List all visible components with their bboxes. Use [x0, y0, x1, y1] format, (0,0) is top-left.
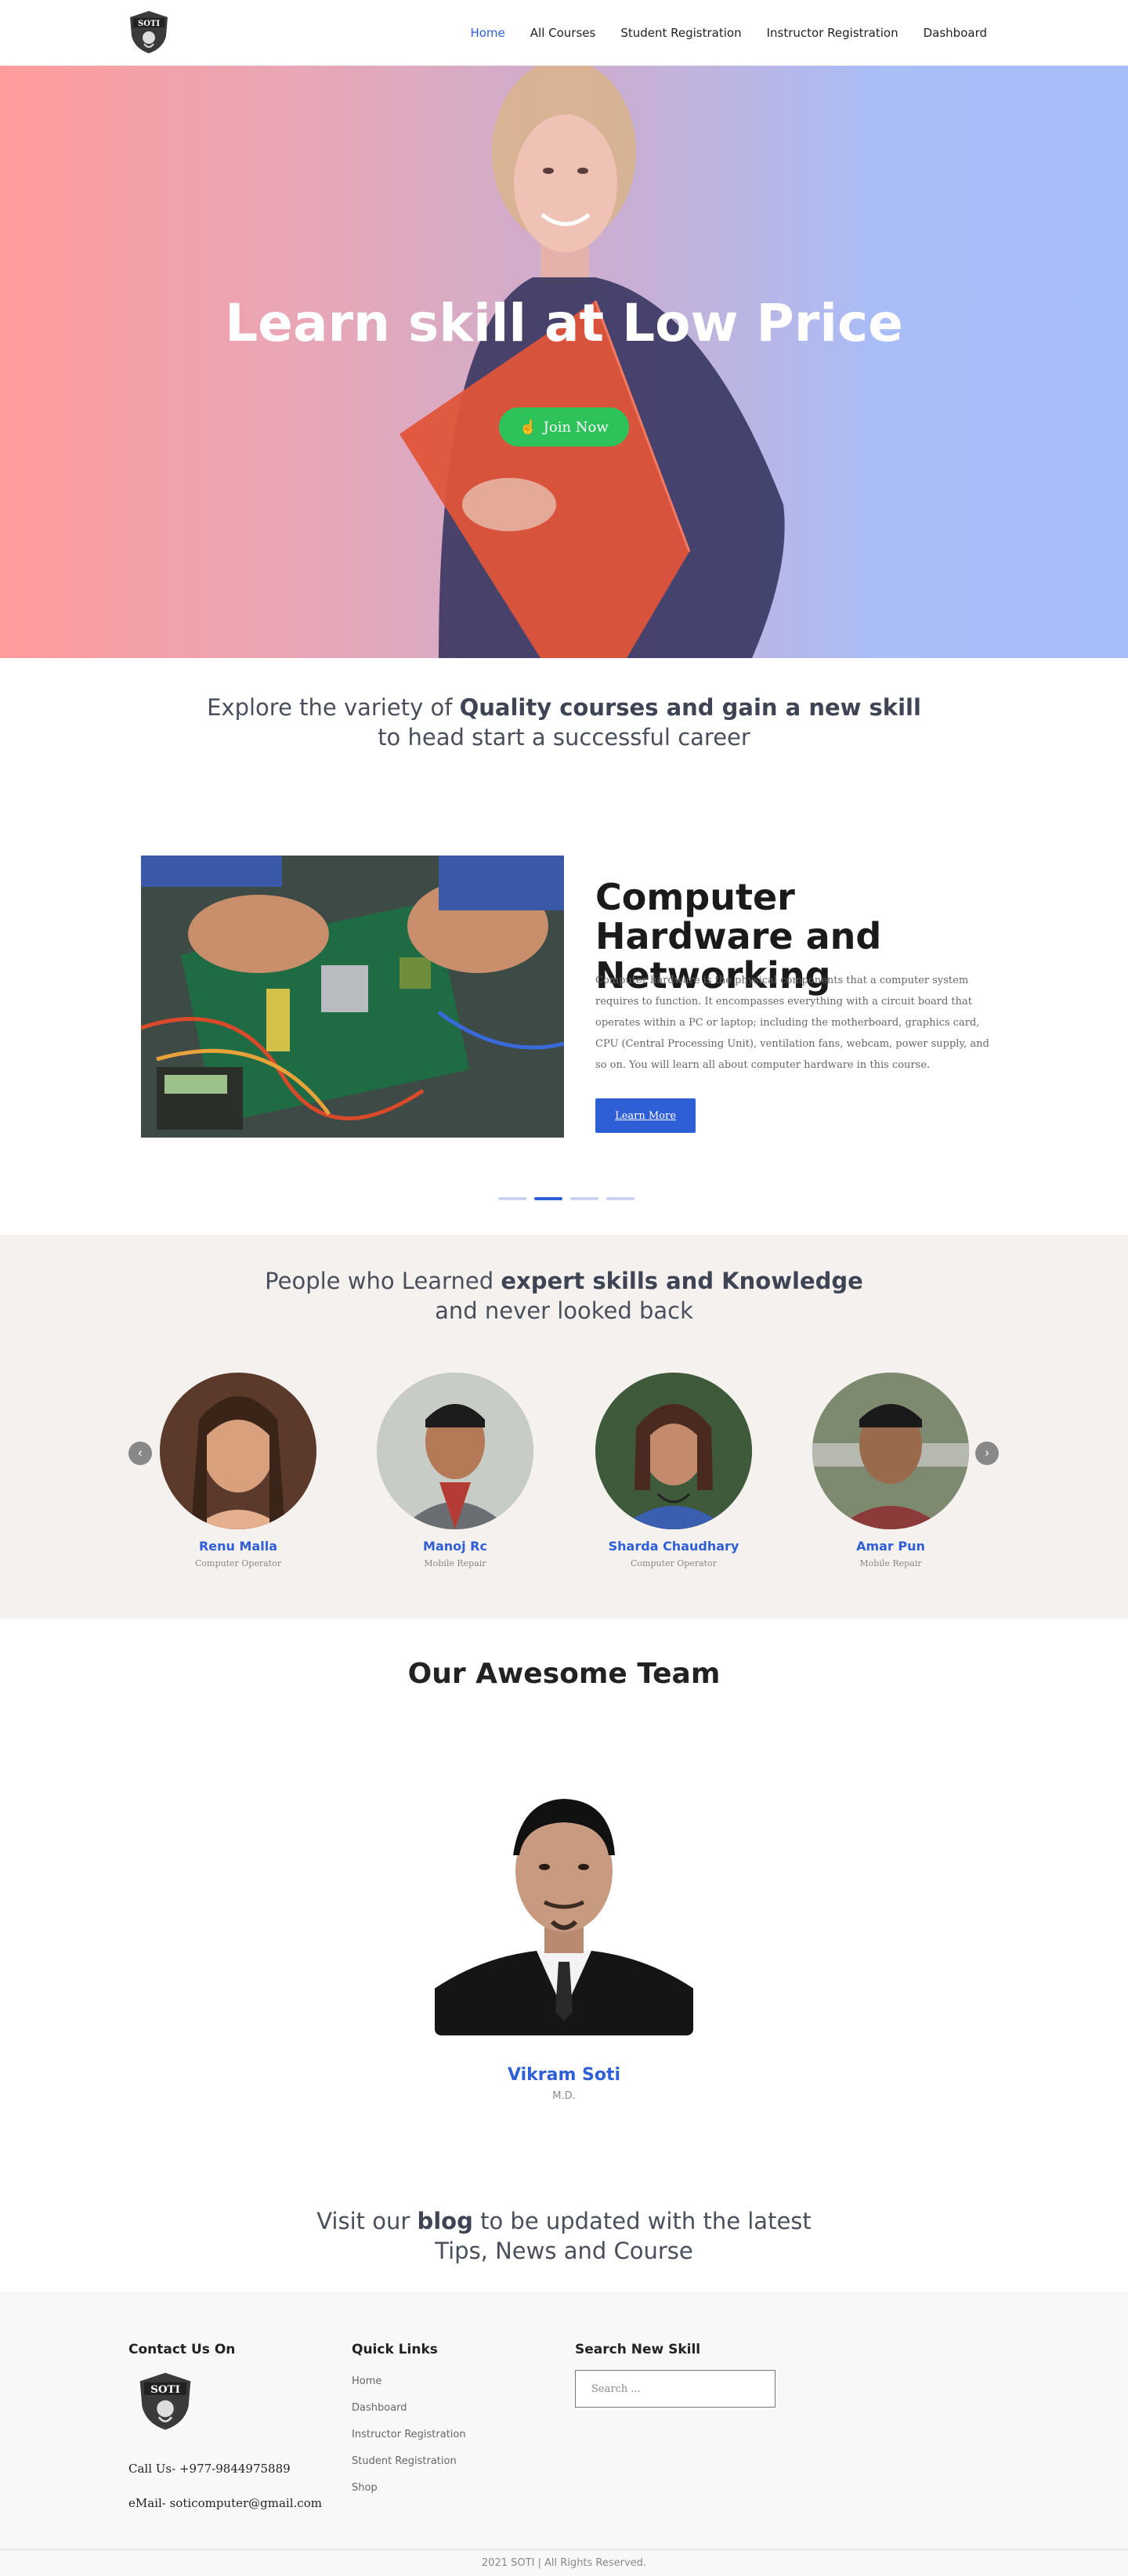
alumni-name: Amar Pun: [856, 1539, 925, 1554]
slider-dot-2[interactable]: [534, 1197, 562, 1200]
hero-woman-image: [400, 66, 785, 658]
hand-pointer-icon: ☝: [519, 418, 537, 436]
site-header: SOTI Home All Courses Student Registrati…: [0, 0, 1128, 66]
slider-dot-3[interactable]: [570, 1197, 598, 1200]
team-heading: Our Awesome Team: [407, 1658, 721, 1690]
footer-quick-links: Quick Links Home Dashboard Instructor Re…: [352, 2342, 466, 2502]
alumni-role: Computer Operator: [195, 1558, 281, 1568]
avatar: [595, 1373, 752, 1529]
footer-phone: Call Us- +977-9844975889: [128, 2462, 291, 2476]
site-footer: Contact Us On SOTI Call Us- +977-9844975…: [0, 2292, 1128, 2576]
alumni-heading: People who Learned expert skills and Kno…: [0, 1266, 1128, 1326]
slider-dot-4[interactable]: [606, 1197, 634, 1200]
footer-contact-heading: Contact Us On: [128, 2342, 236, 2357]
team-member-name: Vikram Soti: [507, 2065, 621, 2085]
main-nav: Home All Courses Student Registration In…: [470, 0, 987, 66]
explore-bold: Quality courses and gain a new skill: [459, 694, 921, 721]
footer-email: eMail- soticomputer@gmail.com: [128, 2496, 322, 2510]
team-member-photo: [435, 1777, 693, 2035]
carousel-next-button[interactable]: ›: [975, 1442, 999, 1465]
hero-banner: Learn skill at Low Price ☝ Join Now: [0, 66, 1128, 658]
soti-logo[interactable]: SOTI: [128, 9, 169, 55]
alumni-card[interactable]: Amar Pun Mobile Repair: [812, 1373, 969, 1568]
alumni-card[interactable]: Sharda Chaudhary Computer Operator: [595, 1373, 752, 1568]
footer-logo[interactable]: SOTI: [138, 2370, 193, 2433]
carousel-prev-button[interactable]: ‹: [128, 1442, 152, 1465]
alumni-role: Computer Operator: [631, 1558, 717, 1568]
alumni-post: and never looked back: [435, 1297, 693, 1324]
alumni-section: People who Learned expert skills and Kno…: [0, 1235, 1128, 1619]
chevron-right-icon: ›: [985, 1446, 989, 1460]
alumni-card[interactable]: Renu Malla Computer Operator: [160, 1373, 316, 1568]
search-input[interactable]: [575, 2370, 776, 2408]
footer-link-instructor-registration[interactable]: Instructor Registration: [352, 2422, 466, 2448]
avatar: [160, 1373, 316, 1529]
footer-link-home[interactable]: Home: [352, 2368, 466, 2395]
nav-home[interactable]: Home: [470, 26, 504, 40]
blog-pre: Visit our: [316, 2208, 418, 2234]
alumni-card[interactable]: Manoj Rc Mobile Repair: [377, 1373, 533, 1568]
copyright: 2021 SOTI | All Rights Reserved.: [0, 2549, 1128, 2576]
team-member-role: M.D.: [552, 2090, 576, 2102]
nav-dashboard[interactable]: Dashboard: [924, 26, 987, 40]
footer-search-heading: Search New Skill: [575, 2342, 701, 2357]
svg-text:SOTI: SOTI: [150, 2383, 180, 2396]
course-description: Computer hardware is the physical compon…: [595, 975, 989, 1071]
avatar: [812, 1373, 969, 1529]
join-now-button[interactable]: ☝ Join Now: [499, 407, 629, 447]
chevron-left-icon: ‹: [138, 1446, 143, 1460]
nav-all-courses[interactable]: All Courses: [530, 26, 596, 40]
course-image: [141, 856, 564, 1138]
alumni-name: Sharda Chaudhary: [608, 1539, 739, 1554]
avatar: [377, 1373, 533, 1529]
blog-tagline: Visit our blog to be updated with the la…: [0, 2206, 1128, 2266]
hero-title: Learn skill at Low Price: [225, 293, 903, 353]
footer-links-heading: Quick Links: [352, 2342, 438, 2357]
blog-link[interactable]: blog: [417, 2208, 472, 2234]
footer-link-shop[interactable]: Shop: [352, 2475, 466, 2502]
blog-post: Tips, News and Course: [435, 2238, 693, 2264]
footer-search: Search New Skill: [575, 2342, 776, 2408]
alumni-name: Manoj Rc: [423, 1539, 487, 1554]
alumni-role: Mobile Repair: [424, 1558, 486, 1568]
nav-student-registration[interactable]: Student Registration: [620, 26, 741, 40]
svg-text:SOTI: SOTI: [138, 20, 160, 28]
join-now-label: Join Now: [543, 418, 609, 436]
alumni-role: Mobile Repair: [859, 1558, 922, 1568]
alumni-pre: People who Learned: [265, 1268, 501, 1294]
alumni-name: Renu Malla: [198, 1539, 277, 1554]
footer-link-student-registration[interactable]: Student Registration: [352, 2448, 466, 2475]
learn-more-button[interactable]: Learn More: [595, 1098, 696, 1133]
alumni-bold: expert skills and Knowledge: [501, 1268, 863, 1294]
footer-contact: Contact Us On SOTI Call Us- +977-9844975…: [128, 2342, 322, 2510]
blog-mid: to be updated with the latest: [472, 2208, 812, 2234]
slider-dot-1[interactable]: [498, 1197, 526, 1200]
explore-pre: Explore the variety of: [207, 694, 460, 721]
nav-instructor-registration[interactable]: Instructor Registration: [767, 26, 898, 40]
footer-link-dashboard[interactable]: Dashboard: [352, 2395, 466, 2422]
slider-dots: [498, 1197, 634, 1200]
explore-tagline: Explore the variety of Quality courses a…: [0, 693, 1128, 752]
explore-post: to head start a successful career: [378, 724, 750, 751]
